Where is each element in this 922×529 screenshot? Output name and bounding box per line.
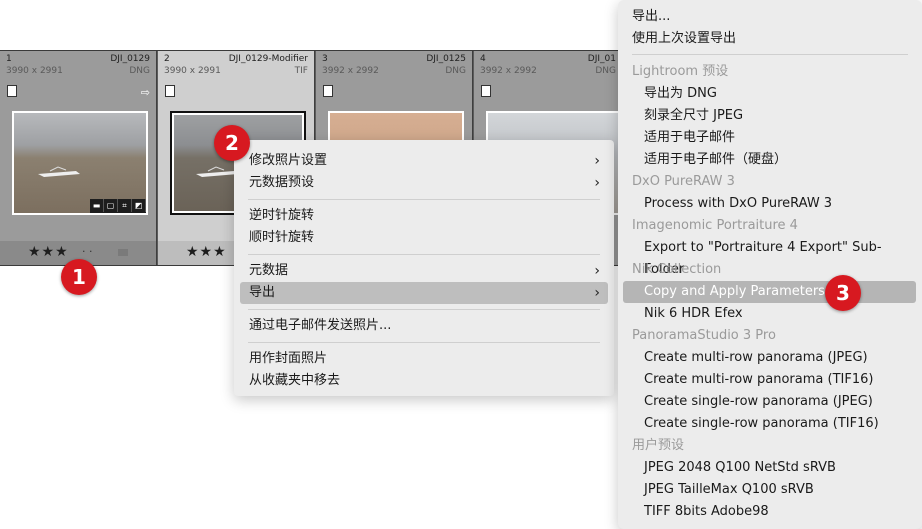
menu-item-label: 导出	[249, 285, 276, 300]
menu-separator	[248, 342, 600, 343]
menu-item-metadata[interactable]: 元数据 ›	[240, 260, 608, 282]
menu-item-export-dialog[interactable]: 导出...	[623, 6, 916, 28]
boat-icon	[38, 166, 80, 177]
menu-item-develop-settings[interactable]: 修改照片设置 ›	[240, 150, 608, 172]
menu-item-rotate-left[interactable]: 逆时针旋转	[240, 205, 608, 227]
chevron-right-icon: ›	[594, 153, 600, 169]
cell-filename: DJI_01	[587, 54, 616, 64]
menu-item-export[interactable]: 导出 ›	[240, 282, 608, 304]
menu-item-user-jpeg2048[interactable]: JPEG 2048 Q100 NetStd sRVB	[623, 457, 916, 479]
cell-index: 1	[6, 54, 12, 64]
menu-separator	[248, 254, 600, 255]
menu-item-export-previous[interactable]: 使用上次设置导出	[623, 28, 916, 50]
menu-item-portraiture-export[interactable]: Export to "Portraiture 4 Export" Sub-Fol…	[623, 237, 916, 277]
section-header-nik: Nik Collection	[632, 262, 722, 277]
collection-icon: ▢	[104, 199, 118, 212]
cell-dimensions: 3992 x 2992	[322, 66, 379, 76]
menu-item-dxo-process[interactable]: Process with DxO PureRAW 3	[623, 193, 916, 215]
menu-item-remove-from-collection[interactable]: 从收藏夹中移去	[240, 370, 608, 392]
menu-item-label: 顺时针旋转	[249, 230, 315, 245]
cell-index: 3	[322, 54, 328, 64]
thumbnail-badges: ▬ ▢ ⌗ ◩	[90, 199, 146, 213]
modified-arrow-icon: ⇨	[140, 86, 150, 99]
develop-icon: ◩	[132, 199, 146, 212]
menu-item-metadata-presets[interactable]: 元数据预设 ›	[240, 172, 608, 194]
menu-item-export-dng[interactable]: 导出为 DNG	[623, 83, 916, 105]
menu-item-label: 修改照片设置	[249, 153, 328, 168]
menu-item-nik-hdr-efex[interactable]: Nik 6 HDR Efex	[623, 303, 916, 325]
comment-icon: ▬	[90, 199, 104, 212]
star-rating[interactable]: ★★★	[186, 244, 227, 260]
menu-item-for-email-disk[interactable]: 适用于电子邮件（硬盘）	[623, 149, 916, 171]
cell-dimensions: 3992 x 2992	[480, 66, 537, 76]
menu-item-user-taillemax[interactable]: JPEG TailleMax Q100 sRVB	[623, 479, 916, 501]
menu-item-pano-multi-tif[interactable]: Create multi-row panorama (TIF16)	[623, 369, 916, 391]
menu-separator	[248, 199, 600, 200]
flag-icon[interactable]	[481, 85, 491, 97]
menu-item-label: 用作封面照片	[249, 351, 328, 366]
menu-item-nik-copy-apply[interactable]: Copy and Apply Parameters	[623, 281, 916, 303]
section-header-dxo: DxO PureRAW 3	[632, 174, 735, 189]
chevron-right-icon: ›	[594, 175, 600, 191]
menu-item-pano-multi-jpeg[interactable]: Create multi-row panorama (JPEG)	[623, 347, 916, 369]
star-rating[interactable]: ★★★	[28, 244, 69, 260]
cell-index: 4	[480, 54, 486, 64]
empty-stars[interactable]: · ·	[82, 245, 93, 258]
flag-icon[interactable]	[7, 85, 17, 97]
menu-separator	[248, 309, 600, 310]
cell-format: DNG	[445, 66, 466, 76]
menu-item-label: 元数据	[249, 263, 289, 278]
color-label[interactable]	[118, 249, 128, 256]
crop-icon: ⌗	[118, 199, 132, 212]
menu-item-label: 元数据预设	[249, 175, 315, 190]
cell-dimensions: 3990 x 2991	[6, 66, 63, 76]
export-submenu: 导出... 使用上次设置导出 Lightroom 预设 导出为 DNG 刻录全尺…	[618, 0, 922, 529]
cell-format: TIF	[294, 66, 308, 76]
grid-cell[interactable]: 1 DJI_0129 3990 x 2991 DNG ⇨ ▬ ▢ ⌗ ◩ ★★★…	[0, 51, 157, 265]
menu-item-burn-jpeg[interactable]: 刻录全尺寸 JPEG	[623, 105, 916, 127]
menu-separator	[632, 54, 908, 55]
flag-icon[interactable]	[323, 85, 333, 97]
menu-item-email-photo[interactable]: 通过电子邮件发送照片...	[240, 315, 608, 337]
chevron-right-icon: ›	[594, 285, 600, 301]
menu-item-rotate-right[interactable]: 顺时针旋转	[240, 227, 608, 249]
menu-item-label: 逆时针旋转	[249, 208, 315, 223]
photo-thumbnail[interactable]: ▬ ▢ ⌗ ◩	[12, 111, 148, 215]
photo-context-menu: 修改照片设置 › 元数据预设 › 逆时针旋转 顺时针旋转 元数据 › 导出 › 通过电子…	[234, 140, 614, 396]
menu-item-for-email[interactable]: 适用于电子邮件	[623, 127, 916, 149]
menu-item-label: 通过电子邮件发送照片...	[249, 318, 392, 333]
flag-icon[interactable]	[165, 85, 175, 97]
section-header-imagenomic: Imagenomic Portraiture 4	[632, 218, 798, 233]
menu-item-user-tiff[interactable]: TIFF 8bits Adobe98	[623, 501, 916, 523]
cell-filename: DJI_0125	[426, 54, 466, 64]
section-header-panoramastudio: PanoramaStudio 3 Pro	[632, 328, 776, 343]
step-callout-3: 3	[825, 275, 861, 311]
section-header-user-presets: 用户预设	[632, 438, 685, 453]
cell-index: 2	[164, 54, 170, 64]
menu-item-set-cover[interactable]: 用作封面照片	[240, 348, 608, 370]
step-callout-2: 2	[214, 125, 250, 161]
menu-item-pano-single-jpeg[interactable]: Create single-row panorama (JPEG)	[623, 391, 916, 413]
cell-format: DNG	[595, 66, 616, 76]
section-header-lightroom: Lightroom 预设	[632, 64, 729, 79]
menu-item-pano-single-tif[interactable]: Create single-row panorama (TIF16)	[623, 413, 916, 435]
step-callout-1: 1	[61, 259, 97, 295]
chevron-right-icon: ›	[594, 263, 600, 279]
cell-filename: DJI_0129-Modifier	[228, 54, 308, 64]
cell-dimensions: 3990 x 2991	[164, 66, 221, 76]
menu-item-label: 从收藏夹中移去	[249, 373, 341, 388]
cell-format: DNG	[129, 66, 150, 76]
cell-filename: DJI_0129	[110, 54, 150, 64]
